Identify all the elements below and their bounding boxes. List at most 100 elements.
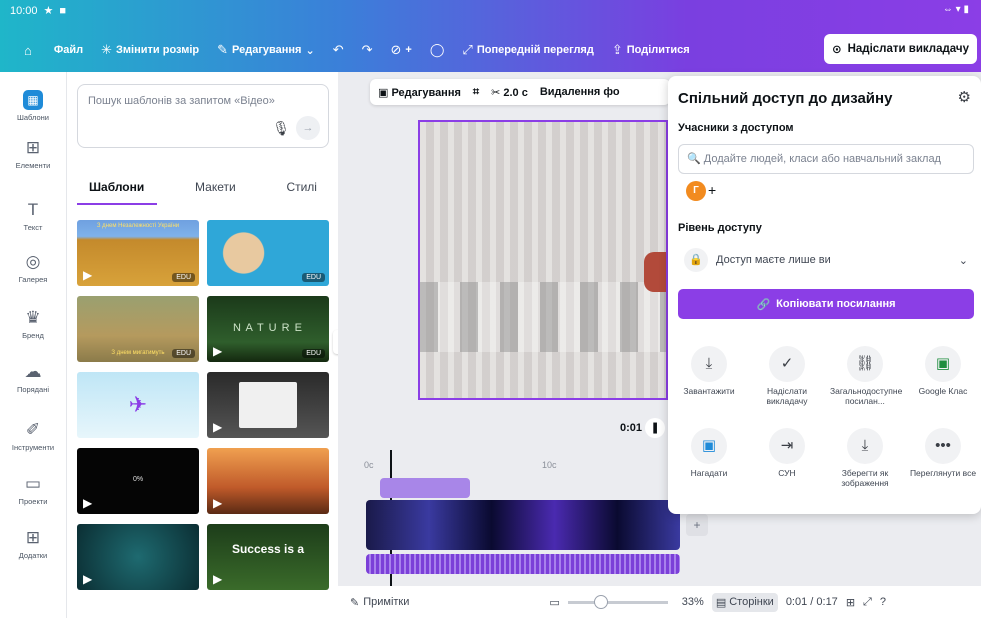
send-teacher-option[interactable]: ✓ Надіслати викладачу xyxy=(752,346,822,407)
rail-brand[interactable]: ♛ Бренд xyxy=(0,308,66,340)
rail-apps[interactable]: ⊞ Додатки xyxy=(0,528,66,560)
zoom-slider[interactable] xyxy=(567,594,668,609)
upload-icon: ☁ xyxy=(24,362,42,381)
trim-button[interactable]: ✂ 2.0 с xyxy=(491,86,528,99)
template-thumb[interactable]: З днем Незалежності України ▶ EDU xyxy=(77,220,199,286)
elements-icon: ⊞ xyxy=(25,138,41,157)
download-option[interactable]: ⤓ Завантажити xyxy=(674,346,744,397)
tab-layouts[interactable]: Макети xyxy=(183,180,248,206)
edit-video-label: Редагування xyxy=(391,86,461,99)
play-icon: ▶ xyxy=(83,496,93,510)
tools-icon: ✐ xyxy=(25,420,41,439)
upload-share-icon: ⇪ xyxy=(611,42,623,57)
reminder-icon: ▣ xyxy=(691,428,727,464)
pencil-icon: ✎ xyxy=(217,42,229,57)
google-classroom-icon: ▣ xyxy=(925,346,961,382)
preview-button[interactable]: ⤢ Попередній перегляд xyxy=(462,42,593,58)
rail-label: Проекти xyxy=(18,497,48,506)
template-thumb[interactable]: ✈ xyxy=(77,372,199,438)
text-track[interactable] xyxy=(380,478,470,498)
timeline-tick: 10с xyxy=(542,460,557,470)
file-menu[interactable]: Файл xyxy=(54,44,83,56)
home-button[interactable]: ⌂ xyxy=(24,43,32,58)
save-image-option[interactable]: ⤓ Зберегти як зображення xyxy=(830,428,900,489)
lock-icon: 🔒 xyxy=(684,248,708,272)
comment-icon: ◯ xyxy=(429,42,445,57)
access-dropdown[interactable]: 🔒 Доступ маєте лише ви ⌄ xyxy=(678,244,974,276)
rail-label: Галерея xyxy=(18,275,48,284)
fullscreen-icon[interactable]: ⤢ xyxy=(863,596,872,609)
avatar[interactable]: Г xyxy=(686,181,706,201)
template-thumb[interactable]: ▶ xyxy=(77,524,199,590)
undo-icon: ↶ xyxy=(332,42,344,57)
template-thumb[interactable]: З днем мигатимуть EDU xyxy=(77,296,199,362)
template-thumb[interactable]: ▶ xyxy=(207,448,329,514)
resize-button[interactable]: ✳ Змінити розмір xyxy=(101,42,199,58)
video-canvas[interactable] xyxy=(418,120,668,400)
google-classroom-option[interactable]: ▣ Google Клас xyxy=(908,346,978,397)
people-placeholder: Додайте людей, класи або навчальний закл… xyxy=(703,153,941,165)
remove-bg-button[interactable]: Видалення фо xyxy=(540,86,620,98)
star-icon: ★ xyxy=(43,5,54,17)
edit-video-button[interactable]: ▣ Редагування xyxy=(378,86,461,99)
access-level-label: Рівень доступу xyxy=(678,222,762,234)
edit-label: Редагування xyxy=(232,44,302,56)
template-thumb[interactable]: EDU xyxy=(207,220,329,286)
copy-link-button[interactable]: 🔗 Копіювати посилання xyxy=(678,289,974,319)
rail-uploads[interactable]: ☁ Порядані xyxy=(0,362,66,394)
rail-tools[interactable]: ✐ Інструменти xyxy=(0,420,66,452)
view-all-option[interactable]: ••• Переглянути все xyxy=(908,428,978,479)
redo-button[interactable]: ↷ xyxy=(362,42,373,58)
grid-view-icon[interactable]: ⊞ xyxy=(846,596,855,609)
rail-label: Текст xyxy=(23,223,43,232)
crop-icon[interactable]: ⌗ xyxy=(473,86,479,99)
add-clip-button[interactable]: + xyxy=(686,514,708,536)
rail-projects[interactable]: ▭ Проекти xyxy=(0,474,66,506)
remind-option[interactable]: ▣ Нагадати xyxy=(674,428,744,479)
public-link-option[interactable]: ⛓ Загальнодоступне посилан... xyxy=(830,346,903,407)
comment-button[interactable]: ◯ xyxy=(430,42,445,58)
audio-track[interactable] xyxy=(366,554,680,574)
template-thumb[interactable]: N A T U R E ▶ EDU xyxy=(207,296,329,362)
zoom-slider-handle[interactable] xyxy=(593,594,608,609)
option-label: Загальнодоступне посилан... xyxy=(830,386,903,406)
rail-text[interactable]: T Текст xyxy=(0,200,66,232)
search-input[interactable]: Пошук шаблонів за запитом «Відео» 🎙 → xyxy=(77,84,329,148)
add-person-icon[interactable]: + xyxy=(708,182,716,198)
zoom-value: 33% xyxy=(681,596,704,608)
canvas-time-label: 0:01 xyxy=(620,421,643,434)
people-search-input[interactable]: 🔍 Додайте людей, класи або навчальний за… xyxy=(678,144,974,174)
rail-label: Елементи xyxy=(15,161,51,170)
edu-badge: EDU xyxy=(302,349,325,358)
pages-button[interactable]: ▤ Сторінки xyxy=(711,592,778,612)
arrow-right-icon[interactable]: → xyxy=(296,116,320,140)
template-thumb[interactable]: 0% ▶ xyxy=(77,448,199,514)
gear-icon[interactable]: ⚙ xyxy=(958,88,971,106)
template-thumb[interactable]: ▶ xyxy=(207,372,329,438)
pause-icon[interactable]: ❚ xyxy=(645,418,666,438)
lms-option[interactable]: ⇥ СУН xyxy=(752,428,822,479)
send-teacher-button[interactable]: ⊙ Надіслати викладачу xyxy=(823,34,977,64)
template-thumb[interactable]: Success is a ▶ xyxy=(207,524,329,590)
option-label: СУН xyxy=(778,468,796,478)
rail-gallery[interactable]: ◎ Галерея xyxy=(0,252,66,284)
share-button[interactable]: ⇪ Поділитися xyxy=(612,42,690,58)
tab-styles[interactable]: Стилі xyxy=(274,180,329,206)
notes-button[interactable]: ✎ Примітки xyxy=(350,596,409,609)
rail-label: Шаблони xyxy=(17,113,49,122)
video-track[interactable] xyxy=(366,500,680,550)
duration-label: 2.0 с xyxy=(503,86,528,99)
rail-elements[interactable]: ⊞ Елементи xyxy=(0,138,66,170)
rail-templates[interactable]: ▦ Шаблони xyxy=(0,90,66,122)
gallery-icon: ◎ xyxy=(25,252,41,271)
link-icon: 🔗 xyxy=(756,298,771,311)
microphone-icon[interactable]: 🎙 xyxy=(272,120,290,137)
zoom-fit-icon[interactable]: ▭ xyxy=(549,596,559,609)
edit-menu[interactable]: ✎ Редагування ⌄ xyxy=(217,42,315,58)
undo-button[interactable]: ↶ xyxy=(333,42,344,58)
save-status-button[interactable]: ⊘ + xyxy=(391,42,412,58)
help-icon[interactable]: ? xyxy=(880,596,886,608)
search-icon: 🔍 xyxy=(687,153,701,165)
option-label: Переглянути все xyxy=(909,468,977,478)
share-label: Поділитися xyxy=(626,44,690,56)
